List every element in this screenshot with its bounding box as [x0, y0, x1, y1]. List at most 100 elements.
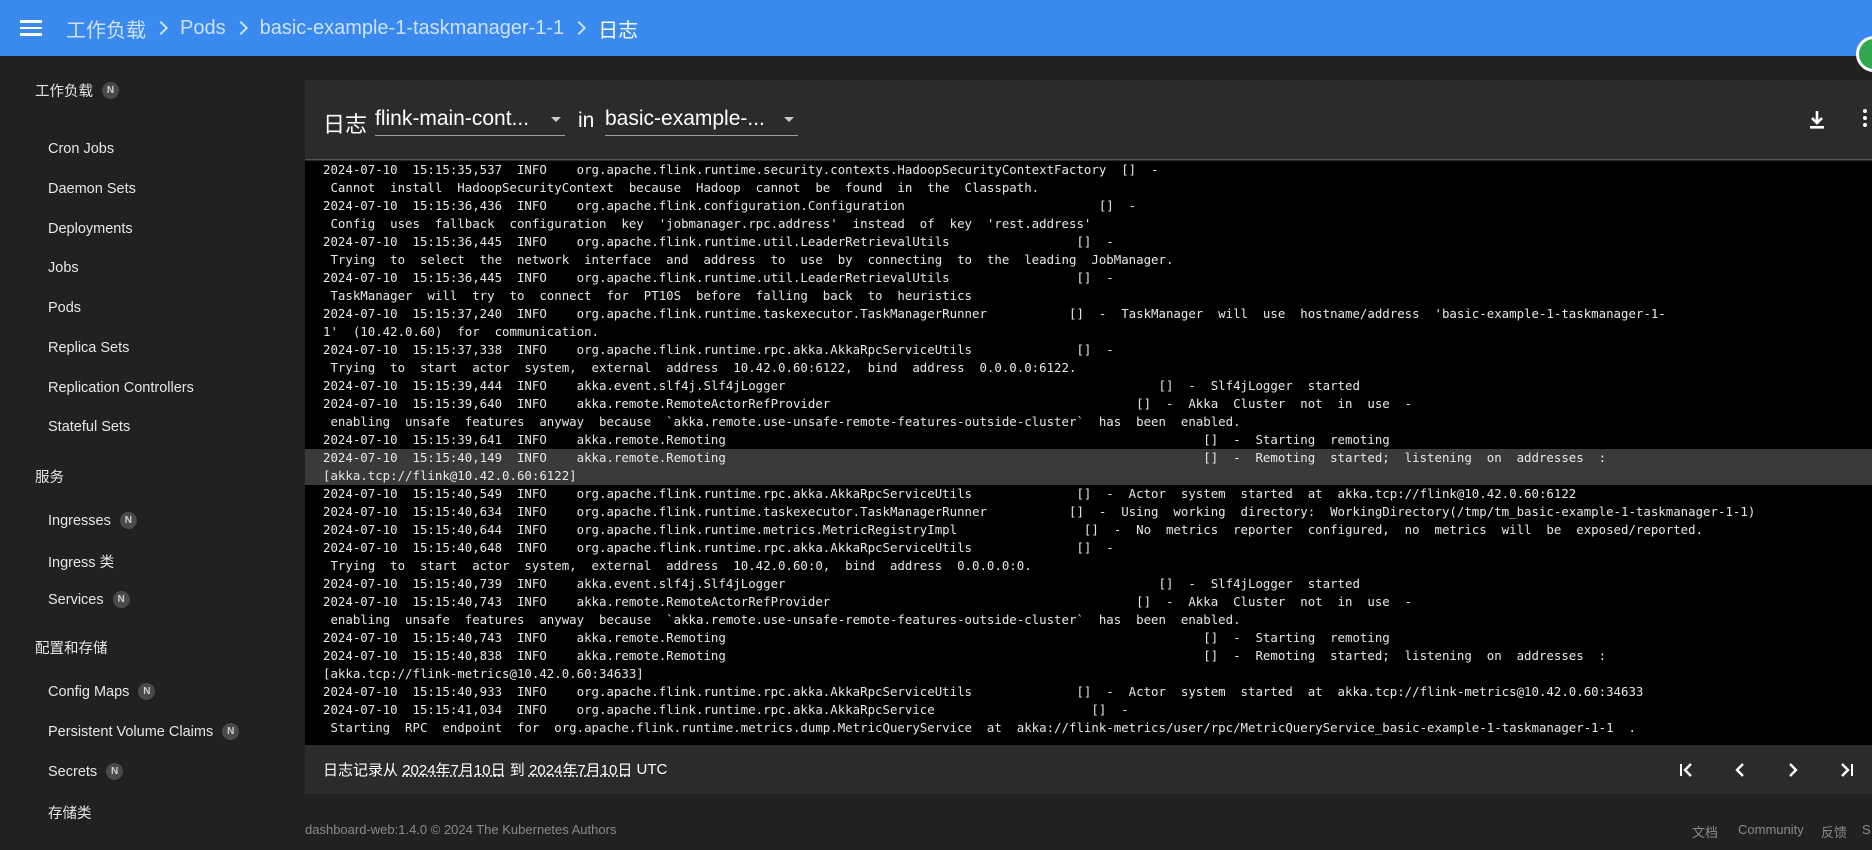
- footer-link-feedback[interactable]: 反馈: [1821, 822, 1847, 841]
- download-icon[interactable]: [1805, 108, 1829, 132]
- sidebar-item-label: Ingress 类: [48, 555, 115, 571]
- container-select[interactable]: flink-main-cont...: [375, 102, 565, 136]
- logs-panel: 日志 flink-main-cont... in basic-example-.…: [305, 80, 1872, 794]
- chevron-right-icon: [153, 20, 169, 36]
- logs-panel-header: 日志 flink-main-cont... in basic-example-.…: [305, 80, 1872, 160]
- sidebar-item-replica-sets[interactable]: Replica Sets: [48, 340, 129, 356]
- log-line: 2024-07-10 15:15:35,537 INFO org.apache.…: [323, 162, 1159, 177]
- sidebar-item-label: Deployments: [48, 221, 133, 237]
- previous-page-button[interactable]: [1713, 757, 1766, 783]
- sidebar-item-storage-classes[interactable]: 存储类: [48, 802, 92, 823]
- breadcrumb-pod-name[interactable]: basic-example-1-taskmanager-1-1: [260, 17, 565, 40]
- sidebar-item-pods[interactable]: Pods: [48, 300, 81, 316]
- log-line: enabling unsafe features anyway because …: [323, 414, 1241, 429]
- log-line: 2024-07-10 15:15:40,933 INFO org.apache.…: [323, 684, 1644, 699]
- log-line: 2024-07-10 15:15:36,445 INFO org.apache.…: [323, 270, 1114, 285]
- log-line: TaskManager will try to connect for PT10…: [323, 288, 973, 303]
- log-line: 2024-07-10 15:15:39,444 INFO akka.event.…: [323, 378, 1360, 393]
- log-line: Cannot install HadoopSecurityContext bec…: [323, 180, 1040, 195]
- log-line: 2024-07-10 15:15:36,445 INFO org.apache.…: [323, 234, 1114, 249]
- chevron-right-icon: [233, 20, 248, 36]
- sidebar-item-replication-controllers[interactable]: Replication Controllers: [48, 380, 194, 396]
- log-from-date: 2024年7月10日: [402, 762, 506, 779]
- log-line: 2024-07-10 15:15:40,549 INFO org.apache.…: [323, 486, 1577, 501]
- new-badge: N: [102, 82, 119, 99]
- log-line: 2024-07-10 15:15:40,739 INFO akka.event.…: [323, 576, 1360, 591]
- log-output[interactable]: 2024-07-10 15:15:35,537 INFO org.apache.…: [305, 161, 1872, 745]
- pod-select[interactable]: basic-example-...: [605, 102, 798, 136]
- sidebar-section-label: 工作负载: [35, 84, 93, 100]
- sidebar-item-stateful-sets[interactable]: Stateful Sets: [48, 419, 130, 435]
- sidebar-item-label: Secrets: [48, 763, 98, 780]
- sidebar-item-pvcs[interactable]: Persistent Volume Claims N: [48, 723, 240, 740]
- sidebar-item-label: Replica Sets: [48, 340, 130, 356]
- sidebar-item-jobs[interactable]: Jobs: [48, 260, 79, 276]
- sidebar-section-label: 服务: [35, 470, 64, 486]
- log-line: 2024-07-10 15:15:36,436 INFO org.apache.…: [323, 198, 1137, 213]
- sidebar-item-deployments[interactable]: Deployments: [48, 221, 133, 237]
- new-badge: N: [222, 723, 240, 740]
- log-line: 2024-07-10 15:15:40,743 INFO akka.remote…: [323, 594, 1413, 609]
- new-badge: N: [119, 512, 137, 529]
- logs-panel-footer: 日志记录从 2024年7月10日 到 2024年7月10日 UTC: [305, 745, 1872, 794]
- sidebar: 工作负载 N Cron Jobs Daemon Sets Deployments…: [0, 56, 305, 850]
- sidebar-item-label: Jobs: [48, 260, 79, 276]
- breadcrumb-workloads[interactable]: 工作负载: [66, 14, 146, 43]
- chevron-right-icon: [1788, 763, 1798, 777]
- footer-link-community[interactable]: Community: [1738, 822, 1804, 837]
- sidebar-section-config-storage[interactable]: 配置和存储: [35, 637, 108, 658]
- sidebar-item-label: Replication Controllers: [48, 380, 194, 396]
- footer-link-docs[interactable]: 文档: [1692, 822, 1718, 841]
- log-range-prefix: 日志记录从: [323, 762, 399, 779]
- log-line: 2024-07-10 15:15:39,641 INFO akka.remote…: [323, 432, 1390, 447]
- sidebar-section-services[interactable]: 服务: [35, 466, 64, 487]
- log-line: [akka.tcp://flink@10.42.0.60:6122]: [305, 467, 1872, 485]
- breadcrumb: 工作负载 Pods basic-example-1-taskmanager-1-…: [66, 14, 638, 43]
- hamburger-menu-icon[interactable]: [18, 10, 54, 46]
- first-page-button[interactable]: [1660, 757, 1713, 783]
- sidebar-section-workloads[interactable]: 工作负载 N: [35, 80, 119, 101]
- next-page-button[interactable]: [1766, 757, 1819, 783]
- sidebar-item-label: Config Maps: [48, 683, 130, 700]
- new-badge: N: [138, 683, 156, 700]
- sidebar-item-label: Stateful Sets: [48, 419, 131, 435]
- breadcrumb-pods[interactable]: Pods: [180, 17, 226, 40]
- sidebar-item-label: Ingresses: [48, 512, 111, 529]
- sidebar-item-services[interactable]: Services N: [48, 591, 130, 608]
- dropdown-arrow-icon: [551, 117, 561, 122]
- log-line: 2024-07-10 15:15:40,644 INFO org.apache.…: [323, 522, 1704, 537]
- footer-version: dashboard-web:1.4.0 © 2024 The Kubernete…: [305, 822, 617, 837]
- sidebar-item-daemon-sets[interactable]: Daemon Sets: [48, 181, 136, 197]
- sidebar-item-ingresses[interactable]: Ingresses N: [48, 512, 137, 529]
- sidebar-item-label: Daemon Sets: [48, 181, 136, 197]
- more-vert-icon[interactable]: [1857, 106, 1872, 134]
- log-line: Trying to start actor system, external a…: [323, 558, 1032, 573]
- log-line: 2024-07-10 15:15:40,634 INFO org.apache.…: [323, 504, 1756, 519]
- sidebar-item-config-maps[interactable]: Config Maps N: [48, 683, 156, 700]
- new-badge: N: [112, 591, 130, 608]
- sidebar-item-ingress-classes[interactable]: Ingress 类: [48, 551, 114, 572]
- sidebar-section-label: 配置和存储: [35, 641, 108, 657]
- first-page-icon: [1679, 763, 1692, 777]
- log-line: 2024-07-10 15:15:39,640 INFO akka.remote…: [323, 396, 1413, 411]
- log-range-text: 日志记录从 2024年7月10日 到 2024年7月10日 UTC: [323, 759, 667, 780]
- sidebar-item-secrets[interactable]: Secrets N: [48, 763, 124, 780]
- footer-link-more[interactable]: S: [1862, 822, 1871, 837]
- log-line: 2024-07-10 15:15:41,034 INFO org.apache.…: [323, 702, 1129, 717]
- last-page-button[interactable]: [1819, 757, 1872, 783]
- sidebar-item-label: Cron Jobs: [48, 141, 115, 157]
- panel-title: 日志: [323, 112, 368, 137]
- log-line: Starting RPC endpoint for org.apache.fli…: [323, 720, 1636, 735]
- log-line: Trying to select the network interface a…: [323, 252, 1174, 267]
- log-line: enabling unsafe features anyway because …: [323, 612, 1241, 627]
- avatar[interactable]: [1856, 36, 1872, 72]
- breadcrumb-logs: 日志: [598, 19, 639, 42]
- log-pagination: [1660, 757, 1872, 783]
- log-timezone: UTC: [636, 761, 668, 778]
- chevron-right-icon: [572, 20, 587, 36]
- sidebar-item-cron-jobs[interactable]: Cron Jobs: [48, 141, 114, 157]
- log-to-date: 2024年7月10日: [528, 762, 633, 779]
- log-line: [akka.tcp://flink-metrics@10.42.0.60:346…: [323, 666, 644, 681]
- sidebar-item-label: Pods: [48, 300, 82, 316]
- container-select-value: flink-main-cont...: [375, 106, 530, 130]
